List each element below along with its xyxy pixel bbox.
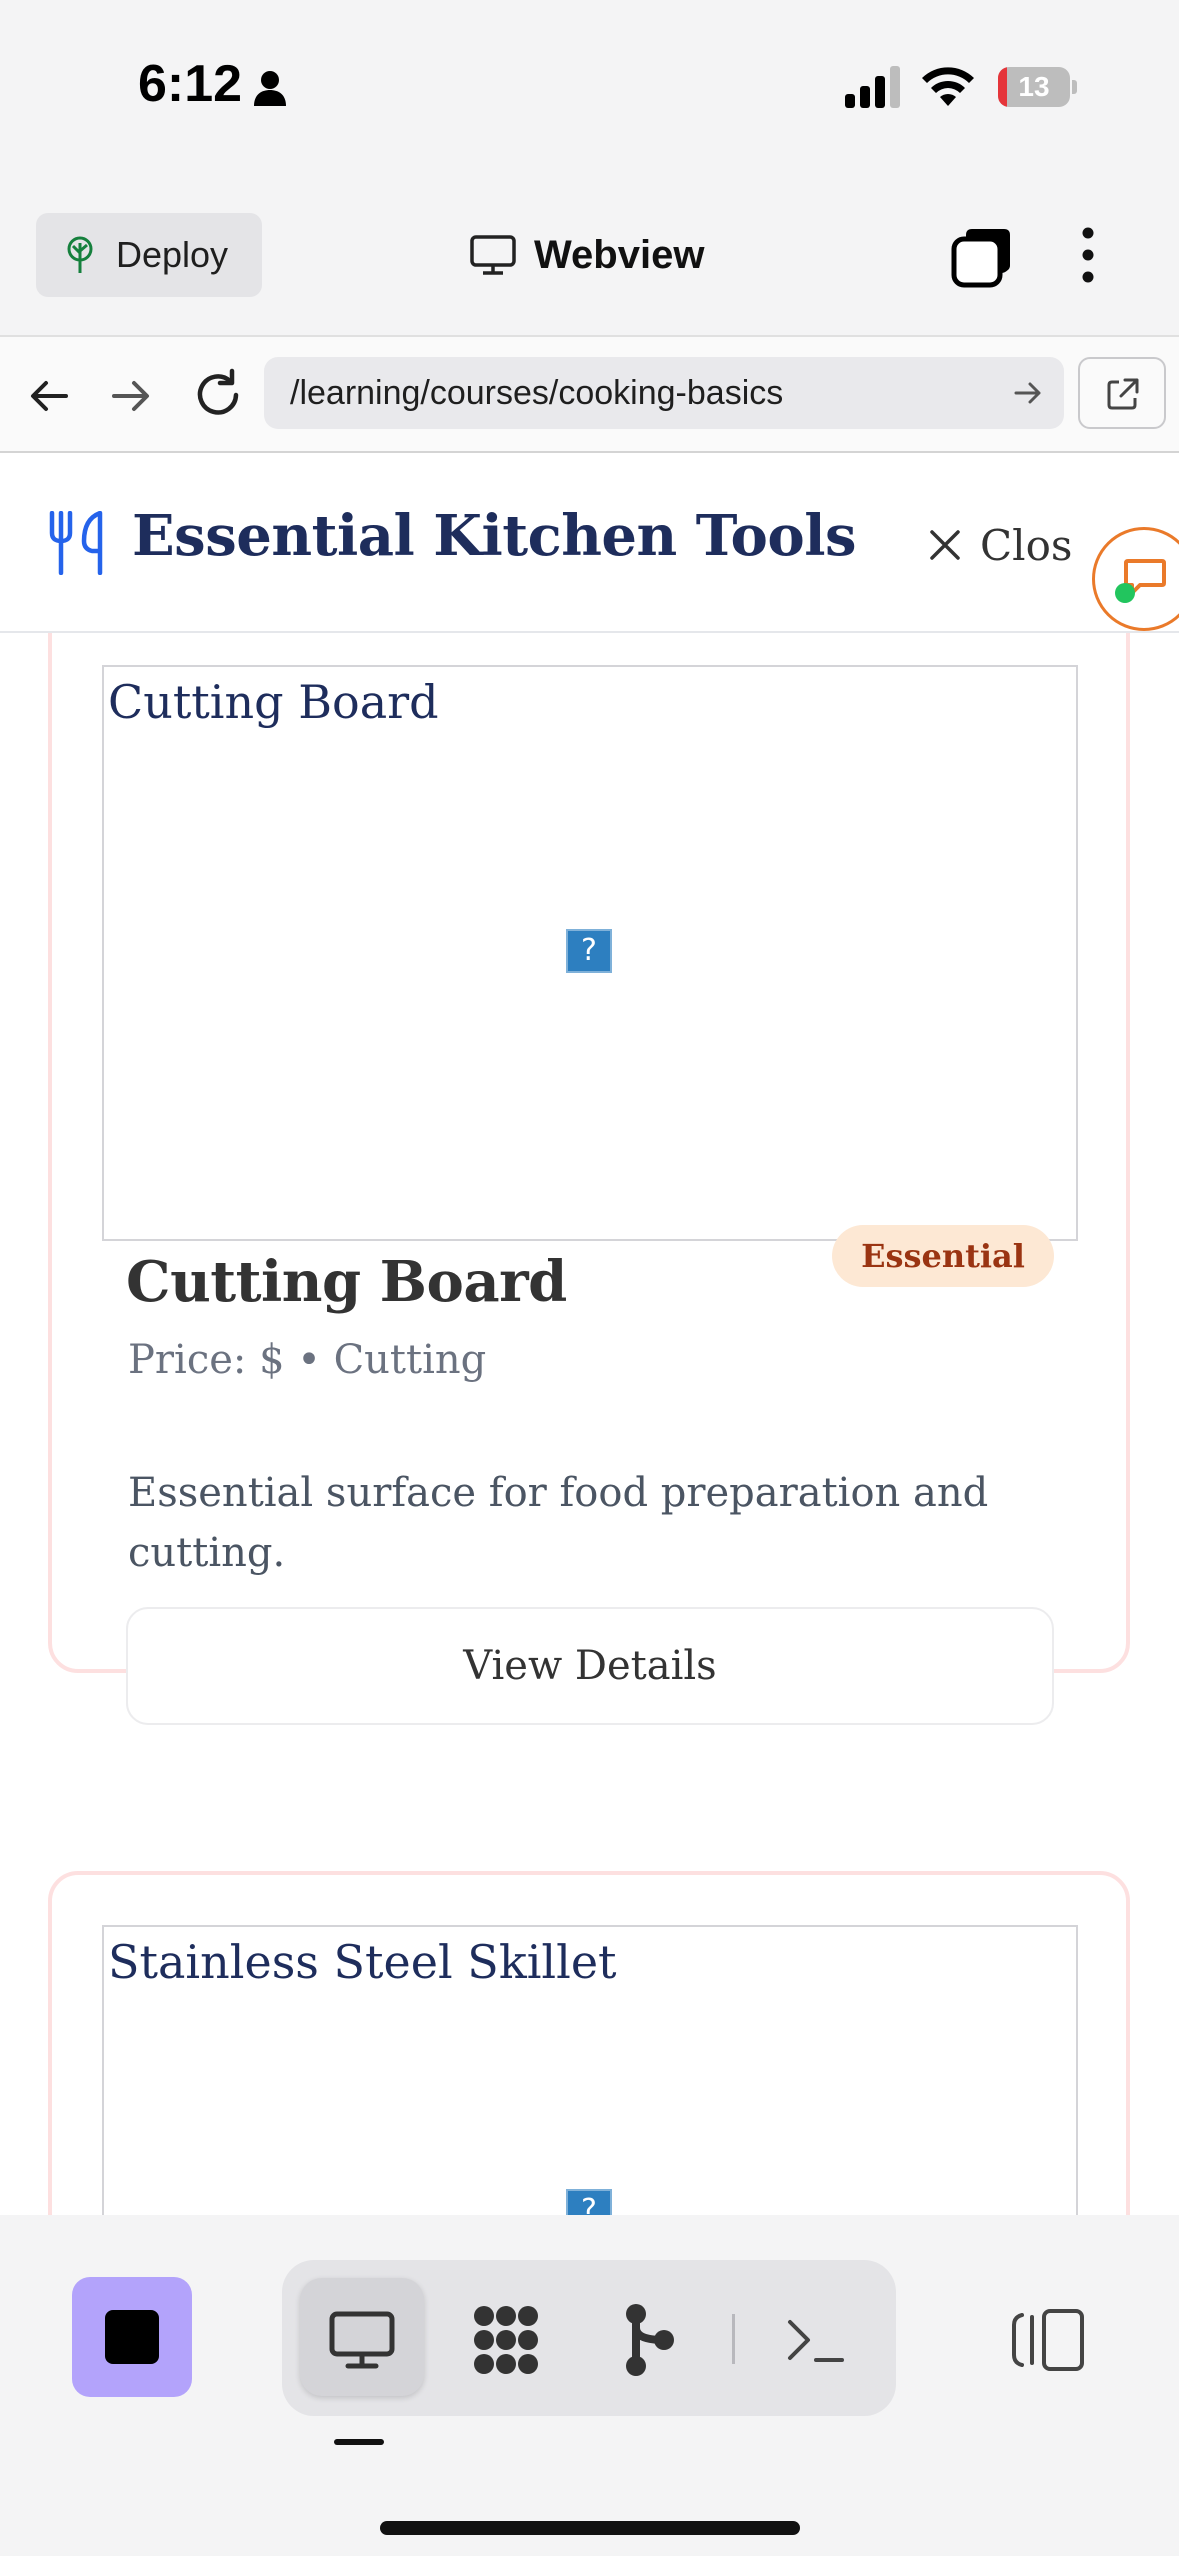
go-arrow-icon[interactable] (1012, 377, 1044, 409)
close-icon (930, 530, 960, 560)
app-bar: Deploy Webview (0, 195, 1179, 315)
desktop-icon[interactable] (322, 2300, 402, 2380)
back-arrow-icon[interactable] (22, 369, 76, 423)
close-button[interactable]: Clos (928, 515, 1072, 575)
tool-image: Cutting Board ? (102, 665, 1078, 1241)
deploy-button[interactable]: Deploy (36, 213, 262, 297)
kebab-menu-icon[interactable] (1070, 223, 1106, 287)
webview-title: Webview (470, 225, 704, 285)
tool-card: Stainless Steel Skillet ? (48, 1871, 1130, 2215)
branch-icon[interactable] (608, 2300, 688, 2380)
chat-button[interactable] (1092, 527, 1179, 631)
home-indicator (380, 2521, 800, 2535)
webview-label: Webview (534, 232, 705, 277)
url-bar: /learning/courses/cooking-basics (0, 335, 1179, 453)
battery-icon: 13 (998, 67, 1077, 107)
tool-card: Cutting Board ? Cutting Board Essential … (48, 603, 1130, 1725)
stop-icon (105, 2310, 159, 2364)
panel-toggle-icon[interactable] (1008, 2305, 1088, 2375)
broken-image-icon: ? (566, 929, 612, 973)
tool-name: Cutting Board (126, 1249, 567, 1315)
open-external-icon (1107, 378, 1139, 410)
tabs-icon[interactable] (950, 225, 1014, 289)
deploy-label: Deploy (116, 234, 229, 275)
chat-icon (1115, 559, 1166, 603)
tool-image: Stainless Steel Skillet ? (102, 1925, 1078, 2215)
broken-image-icon: ? (566, 2189, 612, 2215)
deploy-tree-icon (67, 236, 93, 273)
close-label: Clos (980, 520, 1073, 570)
page-title: Essential Kitchen Tools (132, 503, 857, 569)
page-header: Essential Kitchen Tools Clos (0, 453, 1179, 633)
image-alt-text: Cutting Board (108, 675, 439, 729)
tool-separator (732, 2314, 735, 2364)
url-text: /learning/courses/cooking-basics (290, 374, 784, 412)
status-bar: 6:12 13 (0, 0, 1179, 175)
view-details-button[interactable]: View Details (126, 1607, 1054, 1725)
signal-icon (845, 66, 900, 108)
person-icon (254, 71, 286, 106)
active-tool-indicator (334, 2439, 384, 2445)
battery-level: 13 (1018, 71, 1050, 102)
forward-arrow-icon[interactable] (104, 369, 158, 423)
tool-description: Essential surface for food preparation a… (128, 1470, 989, 1576)
webview-page: Essential Kitchen Tools Clos Cutting Boa… (0, 453, 1179, 2215)
monitor-icon (470, 235, 516, 275)
utensils-icon (49, 511, 103, 575)
status-badge: Essential (832, 1225, 1054, 1287)
open-external-button[interactable] (1078, 357, 1166, 429)
tool-switcher (282, 2260, 896, 2416)
url-input[interactable]: /learning/courses/cooking-basics (264, 357, 1064, 429)
terminal-icon[interactable] (776, 2300, 856, 2380)
wifi-icon (922, 67, 974, 106)
status-time: 6:12 (138, 55, 243, 113)
reload-icon[interactable] (188, 365, 248, 425)
tool-meta: Price: $ • Cutting (128, 1337, 487, 1383)
bottom-toolbar (0, 2215, 1179, 2556)
apps-grid-icon[interactable] (466, 2300, 546, 2380)
stop-button[interactable] (72, 2277, 192, 2397)
image-alt-text: Stainless Steel Skillet (108, 1935, 617, 1989)
